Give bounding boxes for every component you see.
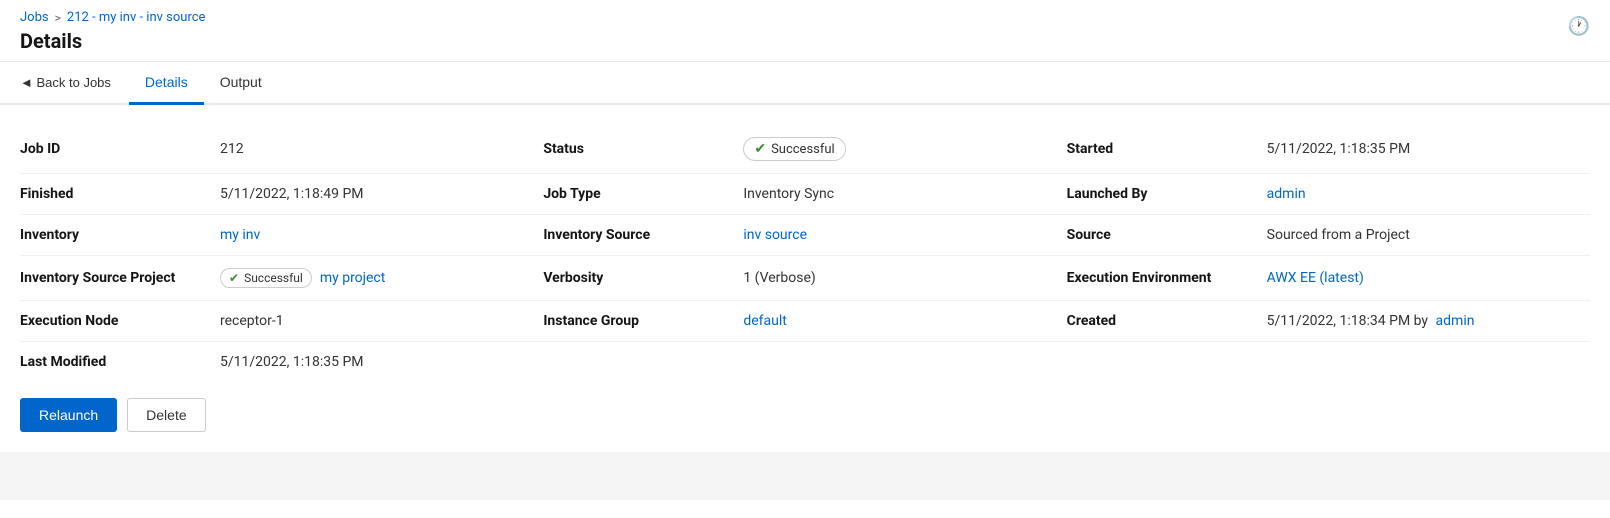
inv-source-project-link[interactable]: my project <box>320 270 386 286</box>
instance-group-link[interactable]: default <box>743 313 787 329</box>
started-value: 5/11/2022, 1:18:35 PM <box>1267 129 1590 169</box>
actions-row: Relaunch Delete <box>20 398 1590 432</box>
last-modified-label: Last Modified <box>20 342 220 382</box>
breadcrumb-jobs-link[interactable]: Jobs <box>20 10 49 25</box>
source-label: Source <box>1067 215 1267 255</box>
created-datetime: 5/11/2022, 1:18:34 PM by <box>1267 313 1428 329</box>
last-modified-value: 5/11/2022, 1:18:35 PM <box>220 342 543 382</box>
status-badge: ✔ Successful <box>743 137 845 161</box>
launched-by-value: admin <box>1267 174 1590 214</box>
tab-output[interactable]: Output <box>204 62 278 105</box>
instance-group-value: default <box>743 301 1066 341</box>
launched-by-link[interactable]: admin <box>1267 186 1306 202</box>
created-value: 5/11/2022, 1:18:34 PM by admin <box>1267 301 1590 341</box>
history-icon: 🕐 <box>1568 16 1590 36</box>
breadcrumb-current: 212 - my inv - inv source <box>67 10 206 25</box>
verbosity-value: 1 (Verbose) <box>743 258 1066 298</box>
inventory-source-label: Inventory Source <box>543 215 743 255</box>
badge-check-icon: ✔ <box>229 271 239 285</box>
status-label: Status <box>543 129 743 169</box>
back-to-jobs-button[interactable]: ◄ Back to Jobs <box>20 63 125 102</box>
started-label: Started <box>1067 129 1267 169</box>
tab-details[interactable]: Details <box>129 62 204 105</box>
inv-source-project-badge: ✔ Successful <box>220 268 312 288</box>
inv-source-project-value: ✔ Successful my project <box>220 256 543 300</box>
inventory-link[interactable]: my inv <box>220 227 260 243</box>
inventory-label: Inventory <box>20 215 220 255</box>
relaunch-button[interactable]: Relaunch <box>20 398 117 432</box>
breadcrumb-separator: > <box>55 11 61 25</box>
execution-node-label: Execution Node <box>20 301 220 341</box>
inventory-value: my inv <box>220 215 543 255</box>
inv-source-project-label: Inventory Source Project <box>20 258 220 298</box>
breadcrumb: Jobs > 212 - my inv - inv source <box>20 10 1590 25</box>
delete-button[interactable]: Delete <box>127 398 205 432</box>
finished-value: 5/11/2022, 1:18:49 PM <box>220 174 543 214</box>
created-label: Created <box>1067 301 1267 341</box>
execution-node-value: receptor-1 <box>220 301 543 341</box>
instance-group-label: Instance Group <box>543 301 743 341</box>
job-id-value: 212 <box>220 129 543 169</box>
status-text: Successful <box>771 142 835 157</box>
finished-label: Finished <box>20 174 220 214</box>
execution-env-label: Execution Environment <box>1067 258 1267 298</box>
details-grid: Job ID 212 Status ✔ Successful Started 5… <box>20 125 1590 382</box>
check-icon: ✔ <box>754 141 766 157</box>
source-value: Sourced from a Project <box>1267 215 1590 255</box>
created-by-link[interactable]: admin <box>1436 313 1475 329</box>
job-type-value: Inventory Sync <box>743 174 1066 214</box>
inventory-source-value: inv source <box>743 215 1066 255</box>
details-content: Job ID 212 Status ✔ Successful Started 5… <box>0 105 1610 452</box>
execution-env-link[interactable]: AWX EE (latest) <box>1267 270 1364 286</box>
job-type-label: Job Type <box>543 174 743 214</box>
launched-by-label: Launched By <box>1067 174 1267 214</box>
status-value: ✔ Successful <box>743 125 1066 173</box>
page-title: Details <box>20 29 1590 53</box>
job-id-label: Job ID <box>20 129 220 169</box>
execution-env-value: AWX EE (latest) <box>1267 258 1590 298</box>
verbosity-label: Verbosity <box>543 258 743 298</box>
inventory-source-link[interactable]: inv source <box>743 227 807 243</box>
top-header: Jobs > 212 - my inv - inv source Details… <box>0 0 1610 62</box>
tabs-bar: ◄ Back to Jobs Details Output <box>0 62 1610 105</box>
badge-text: Successful <box>244 271 303 285</box>
history-icon-button[interactable]: 🕐 <box>1568 16 1590 37</box>
content-area: ◄ Back to Jobs Details Output Job ID 212… <box>0 62 1610 500</box>
